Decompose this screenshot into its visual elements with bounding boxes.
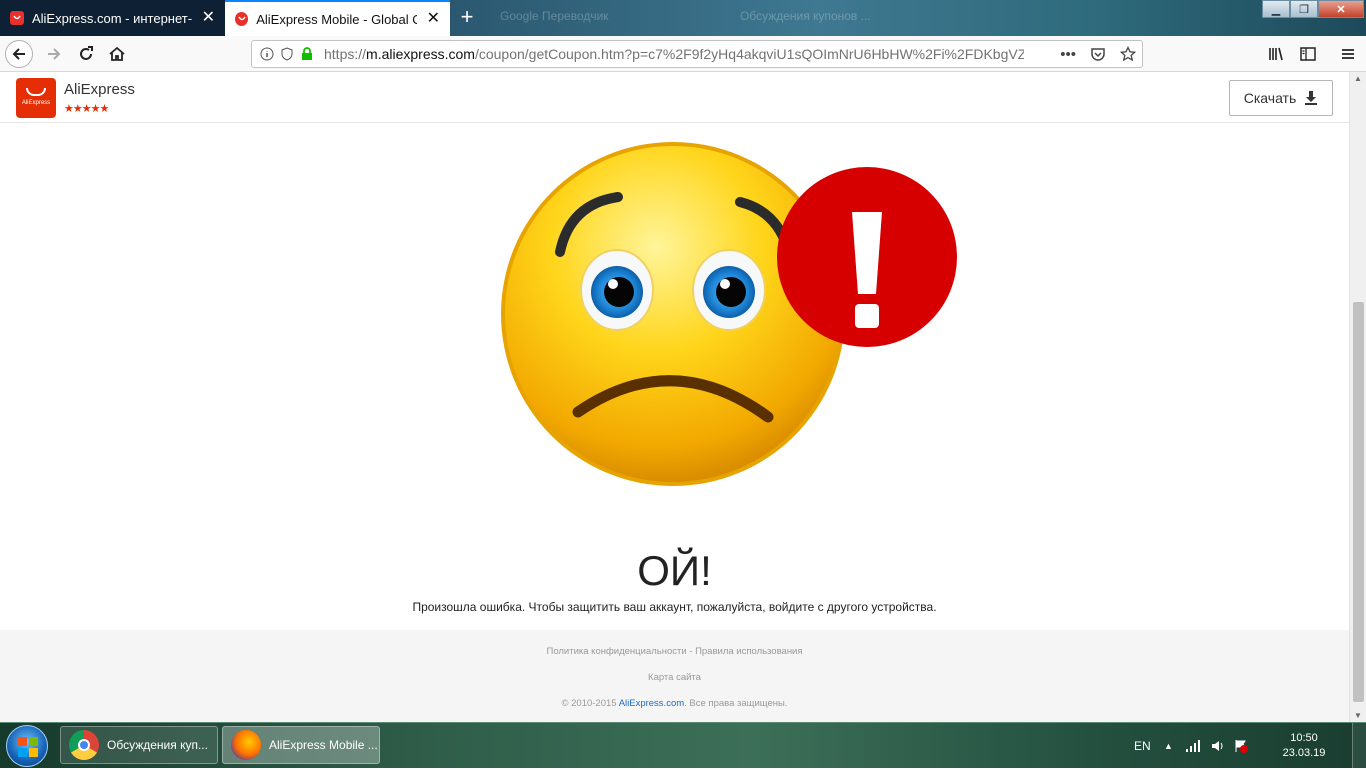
scrollbar-thumb[interactable] [1353,302,1364,702]
volume-icon[interactable] [1211,723,1225,769]
action-center-flag-icon[interactable] [1234,723,1248,769]
download-icon [1305,91,1318,105]
sad-face-alert-illustration [501,142,957,486]
copyright: © 2010-2015 AliExpress.com. Все права за… [561,698,788,709]
firefox-icon [231,730,261,760]
tab-close-icon[interactable]: ✕ [427,11,440,27]
lock-icon[interactable] [300,47,314,61]
system-clock[interactable]: 10:50 23.03.19 [1272,731,1336,761]
language-indicator[interactable]: EN [1134,723,1151,769]
windows-taskbar: Обсуждения куп... AliExpress Mobile ... … [0,722,1366,769]
home-button[interactable] [103,40,131,68]
sitemap-link[interactable]: Карта сайта [0,672,1349,683]
bookmark-star-icon[interactable] [1120,46,1136,62]
hamburger-icon [1342,49,1354,59]
background-tab-ghost: Google Переводчик [500,9,609,23]
url-domain: m.aliexpress.com [366,46,475,62]
page-footer: Политика конфиденциальности - Правила ис… [0,630,1349,722]
window-controls: ▁ ❐ ✕ [1262,0,1364,18]
page-content: AliExpress AliExpress ★★★★★ Скачать ОЙ! … [0,72,1349,722]
forward-button[interactable] [40,40,68,68]
maximize-button[interactable]: ❐ [1290,0,1318,18]
scroll-up-icon[interactable]: ▲ [1354,74,1362,83]
background-tab-ghost: Обсуждения купонов ... [740,9,871,23]
tab-title: AliExpress Mobile - Global Onli [256,11,416,27]
scroll-down-icon[interactable]: ▼ [1354,711,1362,720]
navigation-toolbar: https://m.aliexpress.com/coupon/getCoupo… [0,36,1366,72]
taskbar-item-label: AliExpress Mobile ... [269,738,378,752]
library-icon [1269,47,1283,61]
taskbar-item-label: Обсуждения куп... [107,738,208,752]
tab-title: AliExpress.com - интернет-маг [31,10,192,26]
download-app-button[interactable]: Скачать [1229,80,1333,116]
arrow-left-icon [12,48,25,60]
show-hidden-icons-icon[interactable]: ▲ [1164,723,1173,769]
url-path: /coupon/getCoupon.htm?p=c7%2F9f2yHq4akqv… [474,46,1024,62]
sidebar-button[interactable] [1294,40,1322,68]
url-text: https://m.aliexpress.com/coupon/getCoupo… [324,46,1024,62]
error-title: ОЙ! [637,547,712,594]
exclamation-alert-icon [777,167,957,347]
taskbar-item-chrome[interactable]: Обсуждения куп... [60,726,218,764]
library-button[interactable] [1262,40,1290,68]
tab-aliexpress-shop[interactable]: AliExpress.com - интернет-маг ✕ [0,0,225,36]
back-button[interactable] [5,40,33,68]
aliexpress-favicon-icon [10,11,24,25]
vertical-scrollbar[interactable]: ▲ ▼ [1349,72,1366,722]
clock-date: 23.03.19 [1282,747,1326,759]
tab-close-icon[interactable]: ✕ [202,10,215,26]
info-icon[interactable] [260,47,274,61]
url-prefix: https:// [324,46,367,62]
clock-time: 10:50 [1290,732,1318,744]
close-window-button[interactable]: ✕ [1318,0,1364,18]
logo-text: AliExpress [21,100,51,106]
home-icon [109,46,125,61]
aliexpress-home-link[interactable]: AliExpress.com [619,698,684,709]
tab-strip: AliExpress.com - интернет-маг ✕ AliExpre… [0,0,1366,36]
policy-links[interactable]: Политика конфиденциальности - Правила ис… [0,646,1349,657]
start-button[interactable] [6,725,48,767]
network-icon[interactable] [1186,723,1202,769]
pocket-icon[interactable] [1090,46,1106,62]
aliexpress-app-logo[interactable]: AliExpress [16,78,56,118]
chrome-icon [69,730,99,760]
sad-face-icon [501,142,845,486]
reload-icon [80,46,93,60]
app-download-banner: AliExpress AliExpress ★★★★★ Скачать [0,72,1349,123]
sidebar-icon [1300,47,1316,61]
download-label: Скачать [1243,90,1297,106]
page-actions-menu-icon[interactable]: ••• [1060,46,1076,63]
show-desktop-button[interactable] [1352,723,1366,769]
new-tab-button[interactable]: + [454,4,480,30]
app-name: AliExpress [64,81,135,98]
arrow-right-icon [48,48,61,60]
error-message: Произошла ошибка. Чтобы защитить ваш акк… [412,600,937,614]
address-bar[interactable]: https://m.aliexpress.com/coupon/getCoupo… [251,40,1143,68]
main-menu-button[interactable] [1334,40,1362,68]
reload-button[interactable] [72,40,100,68]
windows-logo-icon [18,737,38,757]
aliexpress-favicon-icon [235,12,249,26]
tab-aliexpress-mobile[interactable]: AliExpress Mobile - Global Onli ✕ [225,0,450,36]
tracking-shield-icon[interactable] [280,47,294,61]
minimize-button[interactable]: ▁ [1262,0,1290,18]
taskbar-item-firefox[interactable]: AliExpress Mobile ... [222,726,380,764]
rating-stars: ★★★★★ [64,103,109,115]
